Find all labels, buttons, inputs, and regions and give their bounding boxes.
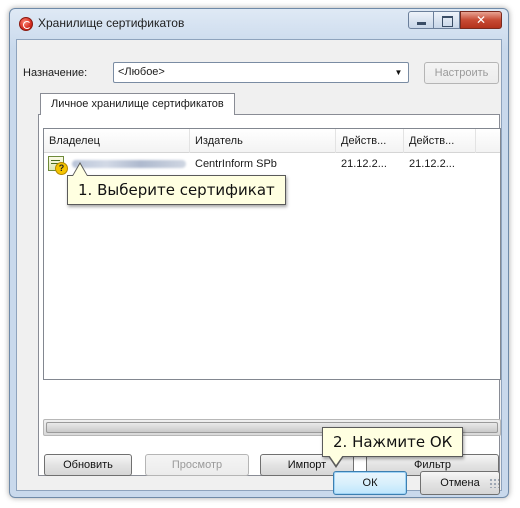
chevron-down-icon[interactable]: ▼ — [391, 65, 406, 80]
close-button[interactable] — [460, 11, 502, 29]
dialog-client-area: Назначение: <Любое> ▼ Настроить Личное х… — [16, 39, 502, 495]
column-owner[interactable]: Владелец — [44, 129, 190, 153]
purpose-dropdown[interactable]: <Любое> ▼ — [113, 62, 409, 83]
maximize-button[interactable] — [434, 11, 460, 29]
configure-button[interactable]: Настроить — [424, 62, 499, 84]
purpose-label: Назначение: — [23, 67, 88, 79]
certificate-list[interactable]: Владелец Издатель Действ... Действ... Ce… — [43, 128, 501, 380]
title-bar[interactable]: Хранилище сертификатов — [10, 9, 508, 37]
callout-tail — [329, 455, 343, 465]
issuer-cell: CentrInform SPb — [195, 158, 277, 170]
resize-grip[interactable] — [489, 478, 499, 488]
window-controls — [408, 11, 502, 31]
certificate-store-window: Хранилище сертификатов Назначение: <Любо… — [9, 8, 509, 498]
column-valid-from[interactable]: Действ... — [336, 129, 404, 153]
app-icon — [19, 17, 33, 31]
tab-personal-store[interactable]: Личное хранилище сертификатов — [40, 93, 235, 115]
list-header: Владелец Издатель Действ... Действ... — [44, 129, 500, 153]
certificate-icon — [48, 156, 68, 175]
valid-to-cell: 21.12.2... — [409, 158, 455, 170]
owner-name-redacted — [72, 160, 186, 168]
ok-button[interactable]: ОК — [333, 471, 407, 495]
minimize-button[interactable] — [408, 11, 434, 29]
column-valid-to[interactable]: Действ... — [404, 129, 476, 153]
cancel-button[interactable]: Отмена — [420, 471, 500, 495]
purpose-selected-value: <Любое> — [118, 66, 165, 78]
callout-press-ok: 2. Нажмите ОК — [322, 427, 464, 457]
view-button[interactable]: Просмотр — [145, 454, 249, 476]
table-row[interactable]: CentrInform SPb 21.12.2... 21.12.2... — [44, 155, 500, 175]
callout-select-certificate: 1. Выберите сертификат — [67, 175, 286, 205]
window-title: Хранилище сертификатов — [38, 16, 185, 30]
valid-from-cell: 21.12.2... — [341, 158, 387, 170]
column-issuer[interactable]: Издатель — [190, 129, 336, 153]
refresh-button[interactable]: Обновить — [44, 454, 132, 476]
callout-tail — [73, 164, 87, 176]
